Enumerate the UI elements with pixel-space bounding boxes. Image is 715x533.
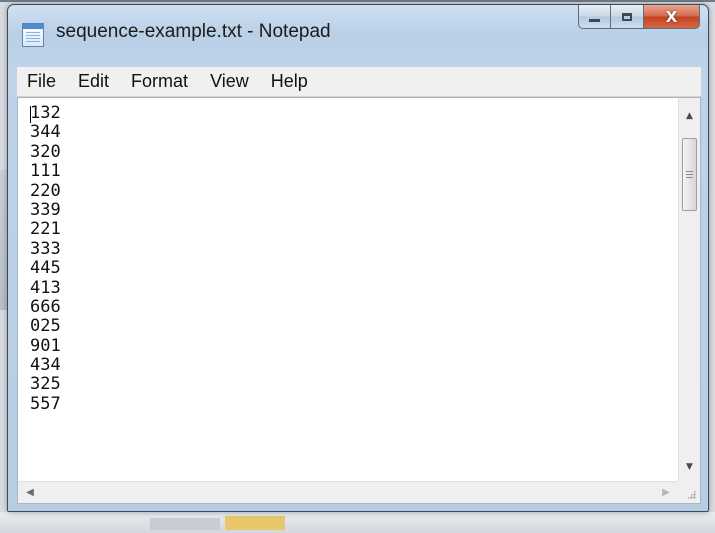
close-icon: X [665,7,678,26]
caption-buttons: X [578,5,700,29]
text-line: 339 [30,199,61,220]
vertical-scroll-thumb[interactable] [682,138,697,211]
minimize-icon [589,19,600,22]
resize-grip-icon[interactable] [678,481,700,503]
text-line: 111 [30,161,61,182]
scroll-down-arrow-icon[interactable]: ▼ [679,457,700,477]
scroll-left-arrow-icon[interactable]: ◀ [20,482,40,503]
text-content[interactable]: 132 344 320 111 220 339 221 333 445 413 … [18,98,678,481]
menu-view[interactable]: View [199,67,260,96]
menu-bar: File Edit Format View Help [17,67,701,97]
text-line: 344 [30,122,61,143]
text-line: 220 [30,180,61,201]
notepad-window: sequence-example.txt - Notepad X File Ed… [7,4,709,512]
grip-icon [686,171,693,178]
text-line: 333 [30,238,61,259]
close-button[interactable]: X [644,5,700,29]
menu-edit[interactable]: Edit [67,67,120,96]
desktop-background [0,0,715,2]
minimize-button[interactable] [578,5,611,29]
text-line: 132 [30,103,61,123]
menu-help[interactable]: Help [260,67,319,96]
text-line: 434 [30,355,61,376]
notepad-icon[interactable] [22,23,44,47]
vertical-scrollbar[interactable]: ▲ ▼ [678,98,700,481]
maximize-icon [622,12,632,21]
text-editor[interactable]: 132 344 320 111 220 339 221 333 445 413 … [17,97,701,504]
text-line: 666 [30,296,61,317]
taskbar-item [150,518,220,530]
window-title: sequence-example.txt - Notepad [56,21,331,42]
text-line: 413 [30,277,61,298]
text-line: 445 [30,258,61,279]
text-line: 025 [30,316,61,337]
scroll-right-arrow-icon[interactable]: ▶ [656,482,676,503]
maximize-button[interactable] [611,5,644,29]
text-line: 557 [30,393,61,414]
title-bar[interactable]: sequence-example.txt - Notepad X [8,5,708,61]
menu-file[interactable]: File [17,67,67,96]
horizontal-scrollbar[interactable]: ◀ ▶ [18,481,678,503]
text-line: 221 [30,219,61,240]
taskbar-remnant [0,512,715,533]
menu-format[interactable]: Format [120,67,199,96]
text-line: 901 [30,335,61,356]
text-caret [30,106,31,123]
taskbar-item [225,516,285,530]
scroll-up-arrow-icon[interactable]: ▲ [679,106,700,126]
text-line: 325 [30,374,61,395]
text-line: 320 [30,141,61,162]
